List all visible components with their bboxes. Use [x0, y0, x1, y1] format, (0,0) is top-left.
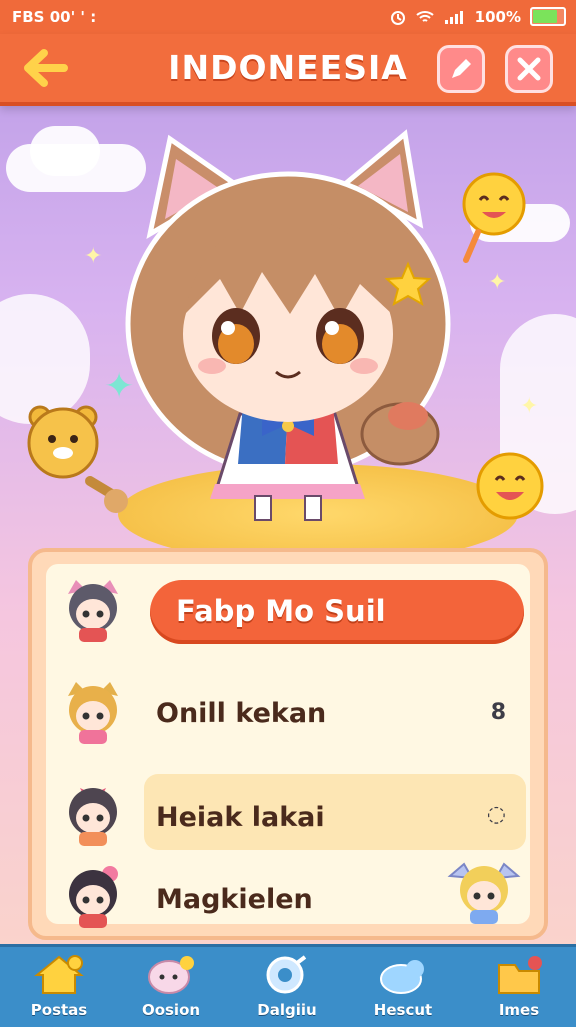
menu-item-indicator: 8: [490, 700, 506, 725]
active-item-highlight: Fabp Mo Suil: [150, 580, 524, 644]
nav-item-postas[interactable]: Postas: [4, 953, 114, 1025]
menu-item[interactable]: Heiak lakai ◌: [46, 760, 530, 850]
avatar: [68, 682, 118, 744]
signal-icon: [444, 10, 463, 24]
nav-label: Postas: [30, 1001, 88, 1019]
character-scene: ✦ ✦ ✦ ✦: [0, 104, 576, 554]
header-bar: INDONEESIA: [0, 34, 576, 106]
house-icon: [34, 955, 84, 994]
search-icon: [266, 955, 307, 994]
edit-button[interactable]: [437, 45, 485, 93]
avatar: [69, 866, 118, 928]
avatar: [68, 580, 118, 642]
nav-item-oosion[interactable]: Oosion: [116, 953, 226, 1025]
location-pin-icon: ◌: [486, 802, 506, 827]
folder-icon: [498, 956, 542, 994]
menu-item-label: Magkielen: [156, 884, 313, 915]
bottom-nav: Postas Oosion Dalgiiu Hescut Imes: [0, 944, 576, 1027]
nav-label: Oosion: [141, 1001, 201, 1019]
status-icons: 100%: [390, 7, 566, 26]
battery-icon: [530, 7, 566, 26]
avatar: [69, 788, 117, 846]
nav-item-hescut[interactable]: Hescut: [348, 953, 458, 1025]
menu-list: Fabp Mo Suil Onill kekan 8 Heiak lakai ◌…: [46, 564, 530, 928]
nav-label: Imes: [498, 1001, 540, 1019]
battery-percent: 100%: [474, 7, 521, 26]
smiley-icon: [462, 172, 526, 263]
menu-item-label: Heiak lakai: [156, 802, 325, 833]
close-button[interactable]: [505, 45, 553, 93]
status-bar: FBS 00' ' : 100%: [0, 0, 576, 34]
bear-icon: [27, 405, 128, 513]
smiley-icon: [476, 452, 544, 520]
menu-item[interactable]: Magkielen: [46, 846, 530, 936]
menu-item-label: Onill kekan: [156, 698, 327, 729]
menu-item[interactable]: Onill kekan 8: [46, 666, 530, 756]
alarm-icon: [390, 10, 405, 25]
nav-label: Dalgiiu: [257, 1001, 317, 1019]
status-left-text: FBS 00' ' :: [12, 8, 97, 26]
nav-item-imes[interactable]: Imes: [464, 953, 574, 1025]
menu-panel: Fabp Mo Suil Onill kekan 8 Heiak lakai ◌…: [28, 548, 548, 940]
back-button[interactable]: [22, 44, 70, 92]
menu-item-label: Fabp Mo Suil: [176, 594, 386, 628]
close-icon: [517, 57, 541, 81]
chat-icon: [148, 956, 194, 994]
arrow-left-icon: [24, 49, 68, 87]
wifi-icon: [415, 10, 434, 22]
nav-item-dalgiiu[interactable]: Dalgiiu: [232, 953, 342, 1025]
page-title: INDONEESIA: [168, 48, 408, 87]
pencil-icon: [452, 59, 471, 78]
nav-label: Hescut: [373, 1001, 433, 1019]
avatar: [447, 862, 521, 924]
menu-item[interactable]: Fabp Mo Suil: [46, 564, 530, 654]
cloud-icon: [380, 960, 424, 994]
